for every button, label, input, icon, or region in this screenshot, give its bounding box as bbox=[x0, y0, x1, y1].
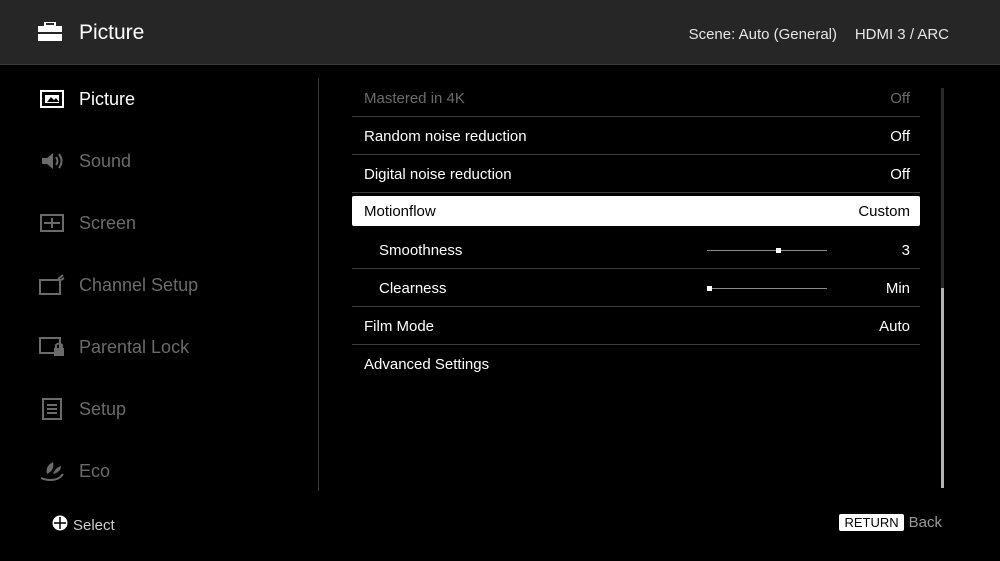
setting-digital-noise-reduction[interactable]: Digital noise reduction Off bbox=[352, 156, 920, 193]
slider-knob[interactable] bbox=[776, 248, 781, 253]
sidebar-item-channel-setup[interactable]: Channel Setup bbox=[38, 270, 298, 300]
scrollbar-thumb[interactable] bbox=[941, 288, 944, 488]
setting-value: Off bbox=[890, 128, 910, 145]
sidebar-item-parental-lock[interactable]: Parental Lock bbox=[38, 332, 298, 362]
sidebar-item-setup[interactable]: Setup bbox=[38, 394, 298, 424]
footer-back-hint: RETURN Back bbox=[839, 514, 942, 531]
footer-select-hint: Select bbox=[52, 515, 115, 536]
divider bbox=[318, 78, 319, 491]
setting-clearness[interactable]: Clearness Min bbox=[352, 270, 920, 307]
setting-random-noise-reduction[interactable]: Random noise reduction Off bbox=[352, 118, 920, 155]
sidebar-item-label: Sound bbox=[79, 150, 132, 171]
setting-label: Digital noise reduction bbox=[364, 166, 512, 183]
leaf-hand-icon bbox=[38, 459, 66, 483]
briefcase-icon bbox=[37, 21, 63, 47]
select-label: Select bbox=[73, 517, 115, 534]
smoothness-slider[interactable] bbox=[707, 248, 827, 253]
sidebar-item-sound[interactable]: Sound bbox=[38, 146, 298, 176]
setting-value: Custom bbox=[858, 203, 910, 220]
setting-label: Random noise reduction bbox=[364, 128, 527, 145]
setting-smoothness[interactable]: Smoothness 3 bbox=[352, 232, 920, 269]
dpad-icon bbox=[52, 515, 68, 536]
slider-knob[interactable] bbox=[707, 286, 712, 291]
page-title: Picture bbox=[79, 21, 145, 44]
setting-label: Smoothness bbox=[379, 242, 463, 259]
setting-motionflow[interactable]: Motionflow Custom bbox=[352, 196, 920, 226]
setting-value: Off bbox=[890, 166, 910, 183]
input-indicator: HDMI 3 / ARC bbox=[854, 26, 949, 43]
sidebar-item-label: Screen bbox=[79, 212, 137, 233]
sidebar-item-label: Channel Setup bbox=[79, 274, 199, 295]
setup-icon bbox=[38, 397, 66, 421]
picture-icon bbox=[38, 87, 66, 111]
sidebar-item-picture[interactable]: Picture bbox=[38, 84, 298, 114]
sidebar-item-label: Setup bbox=[79, 398, 127, 419]
antenna-tv-icon bbox=[38, 273, 66, 297]
setting-label: Film Mode bbox=[364, 318, 435, 335]
clearness-slider[interactable] bbox=[707, 286, 827, 291]
screen-icon bbox=[38, 211, 66, 235]
sidebar-item-eco[interactable]: Eco bbox=[38, 456, 298, 486]
setting-label: Clearness bbox=[379, 280, 447, 297]
setting-label: Advanced Settings bbox=[364, 356, 490, 373]
sidebar-item-label: Picture bbox=[79, 88, 136, 109]
setting-value: Min bbox=[885, 280, 910, 297]
sidebar-item-label: Eco bbox=[79, 460, 111, 481]
sidebar: Picture Sound Screen Channel Setup Paren… bbox=[0, 64, 318, 504]
header-bar: Picture Scene: Auto (General) HDMI 3 / A… bbox=[0, 0, 1000, 65]
setting-film-mode[interactable]: Film Mode Auto bbox=[352, 308, 920, 345]
back-label: Back bbox=[908, 514, 942, 531]
setting-advanced-settings[interactable]: Advanced Settings bbox=[352, 346, 920, 383]
setting-value: 3 bbox=[901, 242, 910, 259]
setting-mastered-in-4k: Mastered in 4K Off bbox=[352, 80, 920, 117]
speaker-icon bbox=[38, 149, 66, 173]
setting-label: Mastered in 4K bbox=[364, 90, 465, 107]
return-key-badge[interactable]: RETURN bbox=[839, 514, 904, 531]
sidebar-item-screen[interactable]: Screen bbox=[38, 208, 298, 238]
scrollbar[interactable] bbox=[941, 88, 944, 488]
setting-label: Motionflow bbox=[364, 203, 436, 220]
setting-value: Auto bbox=[879, 318, 910, 335]
scene-indicator: Scene: Auto (General) bbox=[688, 26, 837, 43]
lock-tv-icon bbox=[38, 335, 66, 359]
setting-value: Off bbox=[890, 90, 910, 107]
sidebar-item-label: Parental Lock bbox=[79, 336, 190, 357]
